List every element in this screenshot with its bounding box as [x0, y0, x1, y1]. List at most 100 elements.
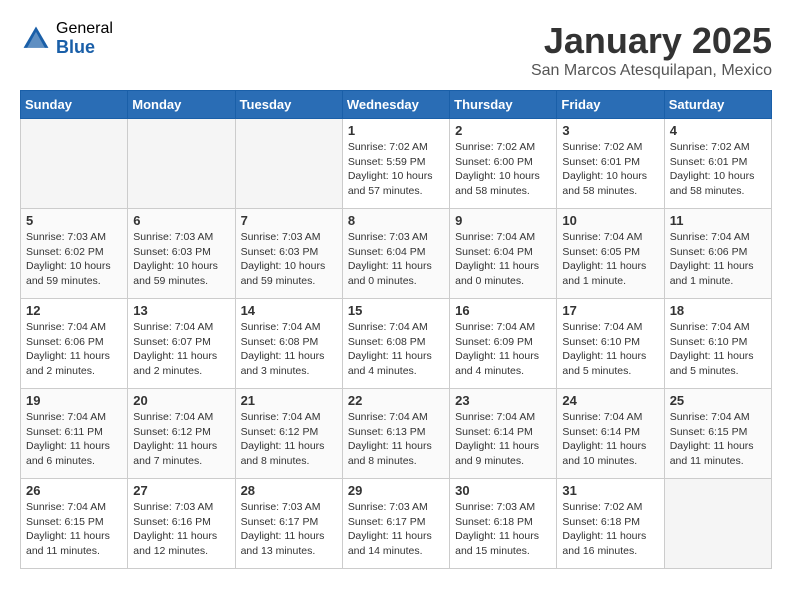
header-row: SundayMondayTuesdayWednesdayThursdayFrid…: [21, 91, 772, 119]
location: San Marcos Atesquilapan, Mexico: [531, 62, 772, 80]
day-info: Sunrise: 7:04 AMSunset: 6:12 PMDaylight:…: [241, 410, 337, 469]
day-number: 10: [562, 213, 658, 228]
day-number: 7: [241, 213, 337, 228]
day-info: Sunrise: 7:03 AMSunset: 6:03 PMDaylight:…: [241, 230, 337, 289]
calendar-cell: [664, 479, 771, 569]
calendar-cell: 8 Sunrise: 7:03 AMSunset: 6:04 PMDayligh…: [342, 209, 449, 299]
day-info: Sunrise: 7:03 AMSunset: 6:04 PMDaylight:…: [348, 230, 444, 289]
calendar-cell: 12 Sunrise: 7:04 AMSunset: 6:06 PMDaylig…: [21, 299, 128, 389]
day-number: 27: [133, 483, 229, 498]
calendar-cell: 21 Sunrise: 7:04 AMSunset: 6:12 PMDaylig…: [235, 389, 342, 479]
day-number: 14: [241, 303, 337, 318]
calendar-cell: [235, 119, 342, 209]
day-info: Sunrise: 7:04 AMSunset: 6:10 PMDaylight:…: [562, 320, 658, 379]
day-info: Sunrise: 7:03 AMSunset: 6:18 PMDaylight:…: [455, 500, 551, 559]
logo-text: General Blue: [56, 20, 113, 57]
calendar-cell: 18 Sunrise: 7:04 AMSunset: 6:10 PMDaylig…: [664, 299, 771, 389]
calendar-cell: 15 Sunrise: 7:04 AMSunset: 6:08 PMDaylig…: [342, 299, 449, 389]
day-number: 4: [670, 123, 766, 138]
calendar-cell: 16 Sunrise: 7:04 AMSunset: 6:09 PMDaylig…: [450, 299, 557, 389]
day-info: Sunrise: 7:04 AMSunset: 6:15 PMDaylight:…: [670, 410, 766, 469]
header-day: Sunday: [21, 91, 128, 119]
calendar-cell: 28 Sunrise: 7:03 AMSunset: 6:17 PMDaylig…: [235, 479, 342, 569]
calendar-cell: 7 Sunrise: 7:03 AMSunset: 6:03 PMDayligh…: [235, 209, 342, 299]
day-info: Sunrise: 7:04 AMSunset: 6:07 PMDaylight:…: [133, 320, 229, 379]
day-number: 1: [348, 123, 444, 138]
logo: General Blue: [20, 20, 113, 57]
header-day: Monday: [128, 91, 235, 119]
day-number: 20: [133, 393, 229, 408]
day-number: 13: [133, 303, 229, 318]
day-info: Sunrise: 7:03 AMSunset: 6:17 PMDaylight:…: [241, 500, 337, 559]
day-number: 16: [455, 303, 551, 318]
day-info: Sunrise: 7:04 AMSunset: 6:06 PMDaylight:…: [670, 230, 766, 289]
calendar-week: 26 Sunrise: 7:04 AMSunset: 6:15 PMDaylig…: [21, 479, 772, 569]
day-info: Sunrise: 7:02 AMSunset: 5:59 PMDaylight:…: [348, 140, 444, 199]
calendar-cell: 31 Sunrise: 7:02 AMSunset: 6:18 PMDaylig…: [557, 479, 664, 569]
day-info: Sunrise: 7:02 AMSunset: 6:00 PMDaylight:…: [455, 140, 551, 199]
day-number: 26: [26, 483, 122, 498]
title-block: January 2025 San Marcos Atesquilapan, Me…: [531, 20, 772, 80]
calendar-cell: 17 Sunrise: 7:04 AMSunset: 6:10 PMDaylig…: [557, 299, 664, 389]
header-day: Friday: [557, 91, 664, 119]
day-info: Sunrise: 7:04 AMSunset: 6:14 PMDaylight:…: [562, 410, 658, 469]
calendar-cell: 11 Sunrise: 7:04 AMSunset: 6:06 PMDaylig…: [664, 209, 771, 299]
calendar-cell: 13 Sunrise: 7:04 AMSunset: 6:07 PMDaylig…: [128, 299, 235, 389]
calendar-cell: 23 Sunrise: 7:04 AMSunset: 6:14 PMDaylig…: [450, 389, 557, 479]
calendar-week: 1 Sunrise: 7:02 AMSunset: 5:59 PMDayligh…: [21, 119, 772, 209]
calendar-cell: 9 Sunrise: 7:04 AMSunset: 6:04 PMDayligh…: [450, 209, 557, 299]
calendar-cell: [128, 119, 235, 209]
day-number: 3: [562, 123, 658, 138]
logo-general: General: [56, 20, 113, 38]
day-info: Sunrise: 7:02 AMSunset: 6:01 PMDaylight:…: [562, 140, 658, 199]
day-number: 15: [348, 303, 444, 318]
calendar-cell: 1 Sunrise: 7:02 AMSunset: 5:59 PMDayligh…: [342, 119, 449, 209]
calendar-cell: 27 Sunrise: 7:03 AMSunset: 6:16 PMDaylig…: [128, 479, 235, 569]
day-info: Sunrise: 7:04 AMSunset: 6:04 PMDaylight:…: [455, 230, 551, 289]
day-info: Sunrise: 7:04 AMSunset: 6:11 PMDaylight:…: [26, 410, 122, 469]
calendar-cell: 5 Sunrise: 7:03 AMSunset: 6:02 PMDayligh…: [21, 209, 128, 299]
logo-icon: [20, 23, 52, 55]
day-number: 25: [670, 393, 766, 408]
day-info: Sunrise: 7:04 AMSunset: 6:12 PMDaylight:…: [133, 410, 229, 469]
calendar-cell: 19 Sunrise: 7:04 AMSunset: 6:11 PMDaylig…: [21, 389, 128, 479]
calendar-cell: 29 Sunrise: 7:03 AMSunset: 6:17 PMDaylig…: [342, 479, 449, 569]
day-number: 29: [348, 483, 444, 498]
day-info: Sunrise: 7:04 AMSunset: 6:13 PMDaylight:…: [348, 410, 444, 469]
day-number: 19: [26, 393, 122, 408]
day-info: Sunrise: 7:03 AMSunset: 6:02 PMDaylight:…: [26, 230, 122, 289]
logo-blue: Blue: [56, 38, 113, 58]
day-number: 28: [241, 483, 337, 498]
day-number: 22: [348, 393, 444, 408]
day-info: Sunrise: 7:02 AMSunset: 6:01 PMDaylight:…: [670, 140, 766, 199]
page-header: General Blue January 2025 San Marcos Ate…: [20, 20, 772, 80]
header-day: Wednesday: [342, 91, 449, 119]
day-number: 23: [455, 393, 551, 408]
day-info: Sunrise: 7:04 AMSunset: 6:09 PMDaylight:…: [455, 320, 551, 379]
day-number: 18: [670, 303, 766, 318]
day-number: 17: [562, 303, 658, 318]
day-number: 12: [26, 303, 122, 318]
day-info: Sunrise: 7:04 AMSunset: 6:14 PMDaylight:…: [455, 410, 551, 469]
calendar-week: 12 Sunrise: 7:04 AMSunset: 6:06 PMDaylig…: [21, 299, 772, 389]
day-number: 6: [133, 213, 229, 228]
day-info: Sunrise: 7:02 AMSunset: 6:18 PMDaylight:…: [562, 500, 658, 559]
calendar-week: 5 Sunrise: 7:03 AMSunset: 6:02 PMDayligh…: [21, 209, 772, 299]
day-number: 5: [26, 213, 122, 228]
day-info: Sunrise: 7:03 AMSunset: 6:17 PMDaylight:…: [348, 500, 444, 559]
calendar-cell: 30 Sunrise: 7:03 AMSunset: 6:18 PMDaylig…: [450, 479, 557, 569]
day-info: Sunrise: 7:04 AMSunset: 6:15 PMDaylight:…: [26, 500, 122, 559]
calendar-body: 1 Sunrise: 7:02 AMSunset: 5:59 PMDayligh…: [21, 119, 772, 569]
calendar-cell: 20 Sunrise: 7:04 AMSunset: 6:12 PMDaylig…: [128, 389, 235, 479]
calendar-cell: 4 Sunrise: 7:02 AMSunset: 6:01 PMDayligh…: [664, 119, 771, 209]
day-number: 30: [455, 483, 551, 498]
day-number: 8: [348, 213, 444, 228]
calendar-header: SundayMondayTuesdayWednesdayThursdayFrid…: [21, 91, 772, 119]
day-number: 24: [562, 393, 658, 408]
day-info: Sunrise: 7:04 AMSunset: 6:05 PMDaylight:…: [562, 230, 658, 289]
calendar-cell: 14 Sunrise: 7:04 AMSunset: 6:08 PMDaylig…: [235, 299, 342, 389]
day-info: Sunrise: 7:03 AMSunset: 6:16 PMDaylight:…: [133, 500, 229, 559]
calendar-table: SundayMondayTuesdayWednesdayThursdayFrid…: [20, 90, 772, 569]
day-number: 31: [562, 483, 658, 498]
header-day: Saturday: [664, 91, 771, 119]
